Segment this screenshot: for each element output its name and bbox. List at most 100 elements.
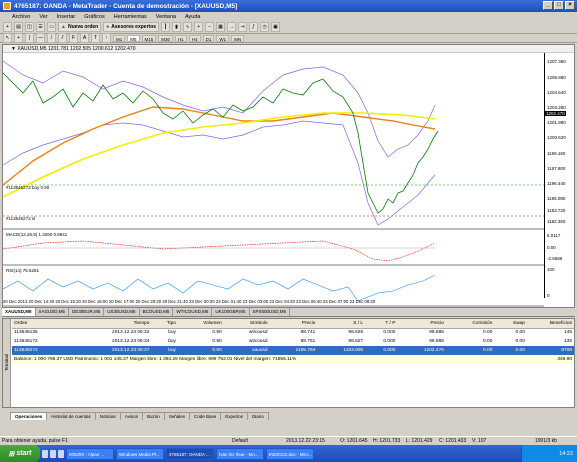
tab-operaciones[interactable]: Operaciones [10,412,48,420]
menu-herramientas[interactable]: Herramientas [114,14,147,20]
task-alpari[interactable]: 005293 - Alpari ... [66,447,114,460]
tf-d1[interactable]: D1 [202,34,215,42]
zoom-in-icon[interactable]: + [194,22,204,32]
col-header[interactable]: S / L [317,319,366,329]
col-header[interactable]: Comisión [445,319,495,329]
tf-w1[interactable]: W1 [216,34,230,42]
chart-window[interactable]: ▼ XAUUSD,M5 1201.781 1202.505 1200.612 1… [2,44,575,308]
macd-tick: 6.0117 [547,233,561,238]
tf-m15[interactable]: M15 [141,34,157,42]
crosshair-icon[interactable]: + [14,33,23,43]
autoscroll-icon[interactable]: → [227,22,237,32]
text-tool-icon[interactable]: A [80,33,89,43]
col-header[interactable]: T / P [365,319,398,329]
rsi-tick: 100 [547,267,555,272]
new-order-button[interactable]: ▲ Nueva orden [58,22,102,32]
col-header[interactable]: Beneficios [526,319,574,329]
market-watch-icon[interactable]: ◫ [25,22,34,32]
chart-tab-us30usd[interactable]: US30USD,M5 [104,308,140,316]
price-tick: 1197.800 [547,166,566,171]
menu-insertar[interactable]: Insertar [57,14,76,20]
menu-ver[interactable]: Ver [39,14,47,20]
price-axis: 1207.360 1205.880 1204.640 1203.280 1202… [544,53,574,298]
periods-icon[interactable]: ◷ [260,22,270,32]
tf-m30[interactable]: M30 [158,34,174,42]
table-row[interactable]: 113646135 2013.12.23 06:32 buy 0.90 wticousd… [12,328,574,337]
task-media-player[interactable]: Windows Media Pl... [116,447,164,460]
chart-tab-bcousd[interactable]: BCOUSD,M5 [140,308,174,316]
vertical-line-icon[interactable]: | [25,33,34,43]
status-datetime: 2013.12.22 23:15 [286,438,325,444]
menu-ayuda[interactable]: Ayuda [185,14,201,20]
tf-m1[interactable]: M1 [113,34,126,42]
menu-archivo[interactable]: Archivo [12,14,30,20]
templates-icon[interactable]: ▣ [271,22,281,32]
quicklaunch-ie-icon[interactable] [42,449,48,458]
line-chart-icon[interactable]: ∿ [183,22,193,32]
chart-canvas[interactable]: #113646272 buy 0.50 #113646272 sl MACD(1… [3,53,544,309]
tab-buzon[interactable]: Buzón [142,412,165,420]
terminal-icon[interactable]: ▭ [47,22,56,32]
chart-tabs: XAUUSD,M5 XAGUSD,M5 DE30EUR,M5 US30USD,M… [2,308,575,317]
chart-tab-xagusd[interactable]: XAGUSD,M5 [36,308,70,316]
arrow-tool-icon[interactable]: ↑ [102,33,111,43]
task-indices-doc[interactable]: INDICES.doc - Micr... [266,447,314,460]
tab-diario[interactable]: Diario [247,412,269,420]
bar-chart-icon[interactable]: ┃ [161,22,171,32]
task-document-1[interactable]: Ivan lnz Ihue - Mo... [216,447,264,460]
window-title: 4765187: OANDA - MetaTrader - Cuenta de … [14,2,238,10]
chart-tab-spx500usd[interactable]: SPX500USD,M5 [250,308,291,316]
cursor-icon[interactable]: ↖ [3,33,12,43]
tf-mn[interactable]: MN [231,34,245,42]
chart-tab-uk100gbp[interactable]: UK100GBP,M5 [212,308,250,316]
navigator-icon[interactable]: ☰ [36,22,45,32]
chart-shift-icon[interactable]: ⇥ [238,22,248,32]
table-row[interactable]: 113646172 2013.12.23 06:34 buy 0.90 wticousd… [12,337,574,346]
task-metatrader[interactable]: 4765187: OANDA ... [166,447,214,460]
horizontal-line-icon[interactable]: — [36,33,45,43]
indicators-icon[interactable]: ƒ [249,22,259,32]
col-header[interactable]: Swap [494,319,527,329]
quicklaunch-media-icon[interactable] [58,449,64,458]
channel-icon[interactable]: ⫽ [58,33,67,43]
col-header[interactable]: Orden [12,319,68,329]
tf-h4[interactable]: H4 [188,34,201,42]
tab-historial[interactable]: Historial de cuentas [46,412,96,420]
tab-code-base[interactable]: Code Base [189,412,222,420]
zoom-out-icon[interactable]: − [205,22,215,32]
profiles-icon[interactable]: ▤ [14,22,23,32]
tab-noticias[interactable]: Noticias [94,412,121,420]
col-header[interactable]: Símbolo [223,319,270,329]
chart-tab-xauusd[interactable]: XAUUSD,M5 [2,308,36,316]
trendline-icon[interactable]: / [47,33,56,43]
col-header[interactable]: Volumen [177,319,224,329]
terminal-panel: Terminal Orden Tiempo Tipo Volumen Símbo… [2,318,575,408]
new-chart-icon[interactable]: + [3,22,12,32]
tab-expertos[interactable]: Expertos [220,412,249,420]
chart-tab-de30eur[interactable]: DE30EUR,M5 [69,308,105,316]
table-row-selected[interactable]: 113646272 2013.12.23 06:37 buy 0.50 xauusd 11… [12,346,574,355]
close-button[interactable]: × [565,1,575,10]
quicklaunch-desktop-icon[interactable] [50,449,56,458]
tab-senales[interactable]: Señales [163,412,191,420]
clock[interactable]: 14:22 [559,451,573,457]
col-header[interactable]: Tiempo [67,319,152,329]
experts-button[interactable]: ● Asesores expertos [103,22,160,32]
minimize-button[interactable]: _ [543,1,553,10]
maximize-button[interactable]: □ [554,1,564,10]
tile-icon[interactable]: ▦ [216,22,226,32]
col-header[interactable]: Precio [397,319,446,329]
tf-m5[interactable]: M5 [127,34,140,42]
tf-h1[interactable]: H1 [175,34,187,42]
experts-icon: ● [106,24,110,30]
col-header[interactable]: Precio [269,319,318,329]
chart-tab-wticousd[interactable]: WTICOUSD,M5 [173,308,213,316]
fibonacci-icon[interactable]: F [69,33,78,43]
menu-ventana[interactable]: Ventana [156,14,176,20]
start-button[interactable]: ⊞ start [0,445,40,462]
label-tool-icon[interactable]: T [91,33,100,43]
col-header[interactable]: Tipo [151,319,178,329]
tab-avisos[interactable]: Avisos [119,412,143,420]
candle-chart-icon[interactable]: ▮ [172,22,182,32]
menu-graficos[interactable]: Gráficos [84,14,104,20]
